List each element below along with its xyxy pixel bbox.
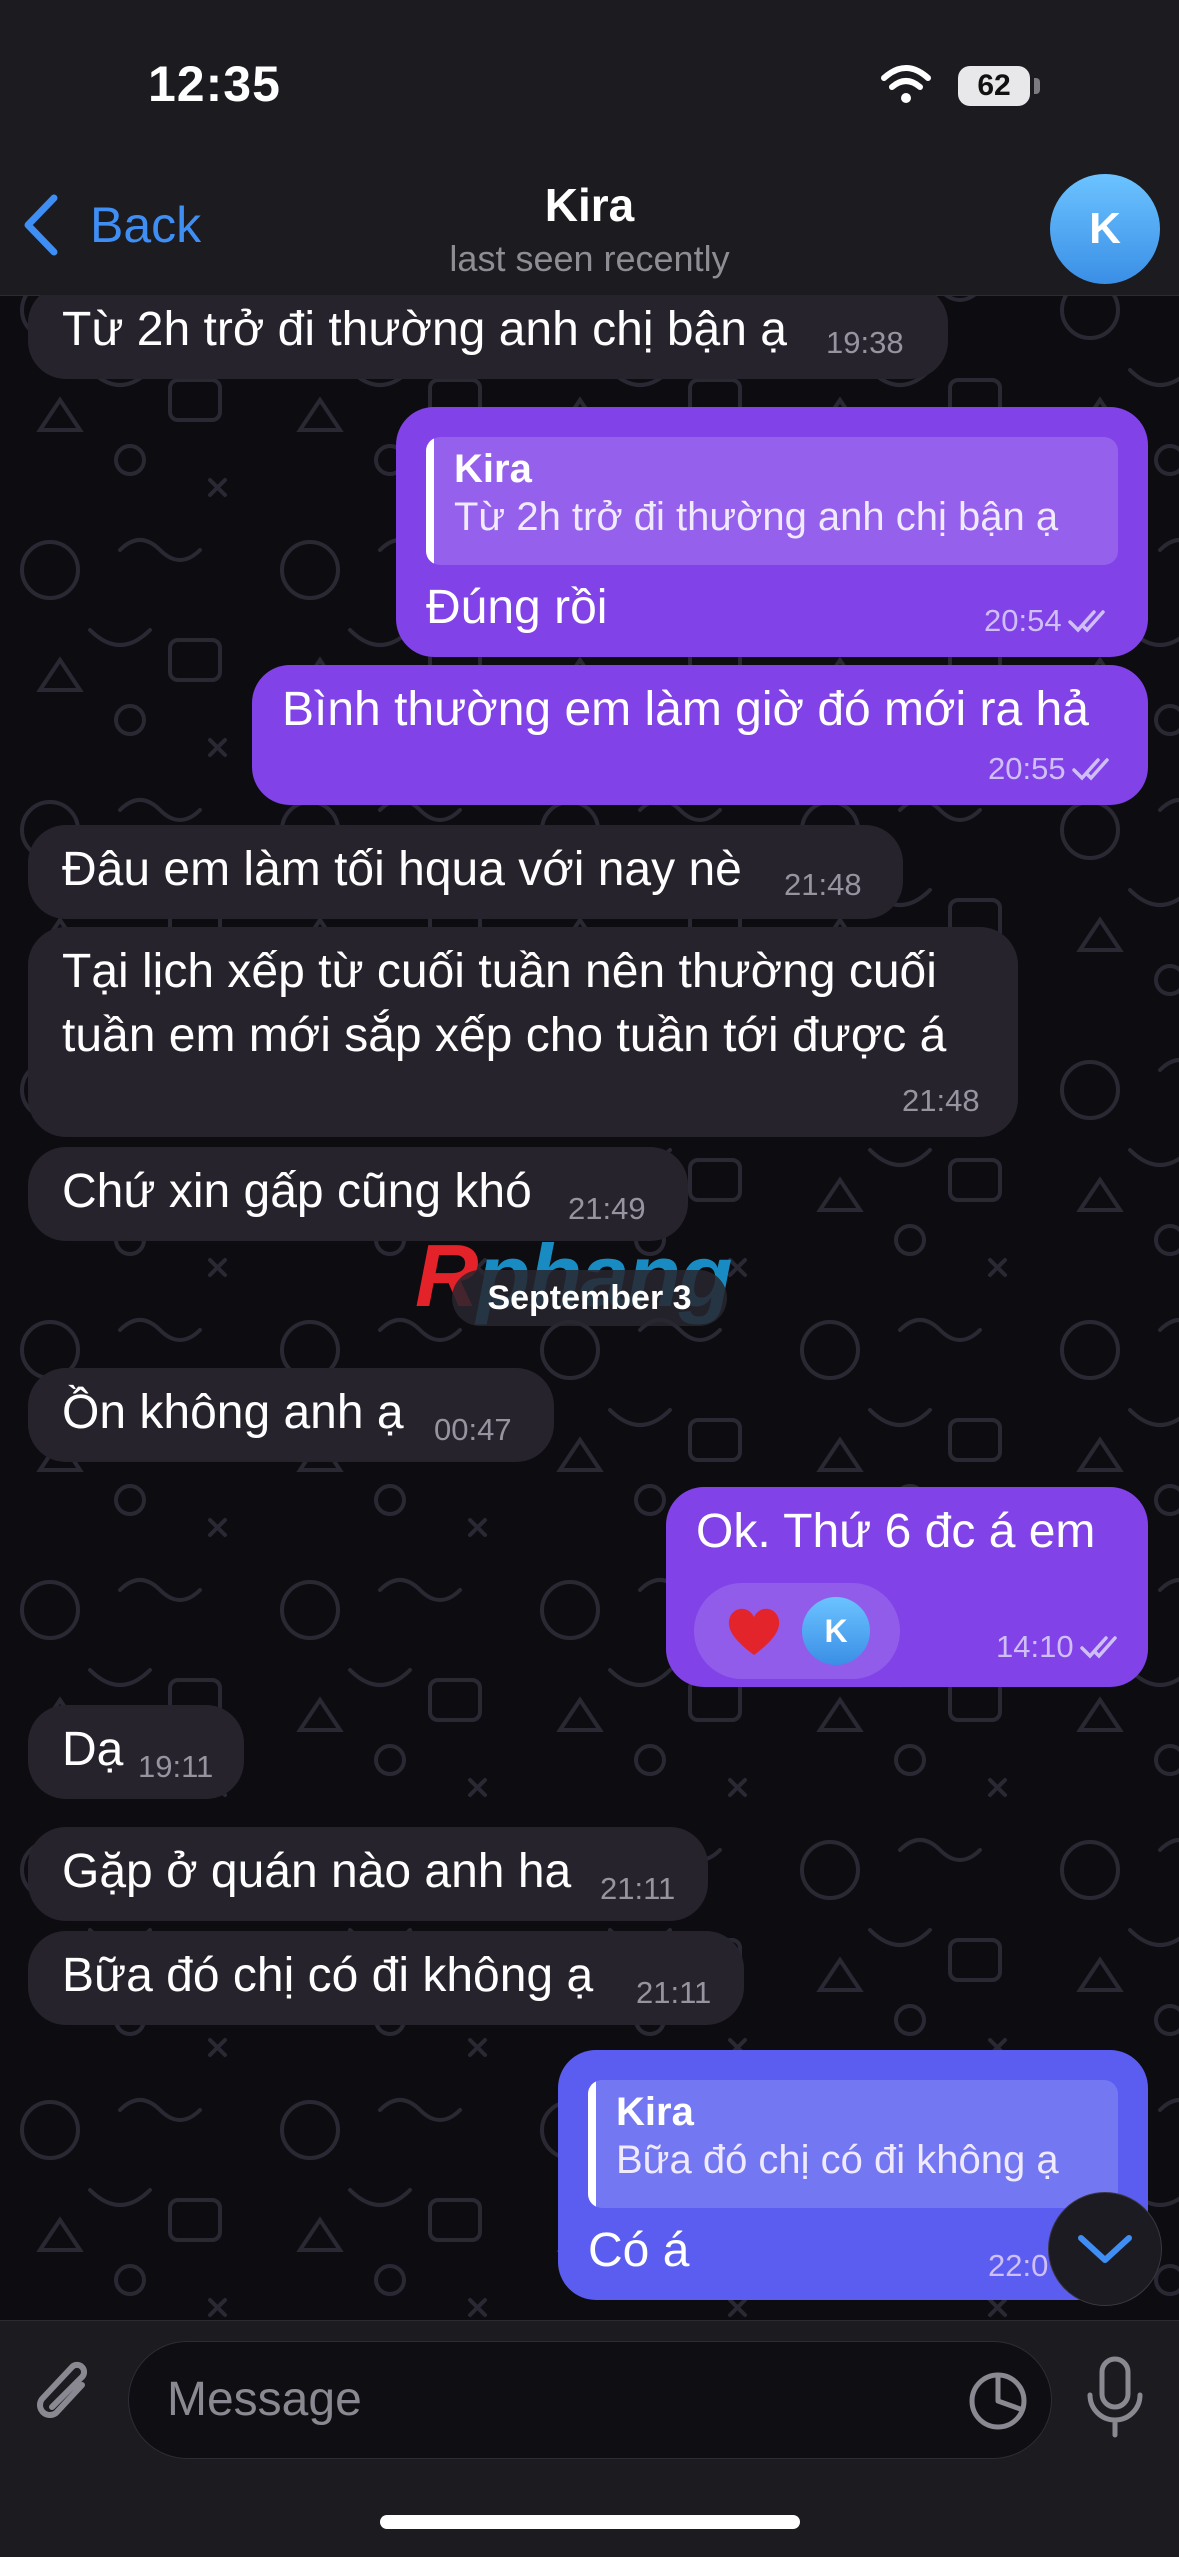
reply-text: Từ 2h trở đi thường anh chị bận ạ <box>454 495 1059 539</box>
message-list[interactable]: Từ 2h trở đi thường anh chị bận ạ 19:38 … <box>0 295 1179 2320</box>
chevron-down-icon <box>1078 2235 1132 2263</box>
scroll-to-bottom-button[interactable] <box>1048 2192 1162 2306</box>
reply-bar <box>426 437 434 565</box>
wifi-icon <box>881 65 931 103</box>
message-text: Bình thường em làm giờ đó mới ra hả <box>282 683 1089 736</box>
incoming-message[interactable]: Từ 2h trở đi thường anh chị bận ạ 19:38 <box>28 295 948 379</box>
message-time: 21:11 <box>636 1975 712 2010</box>
incoming-message[interactable]: Gặp ở quán nào anh ha 21:11 <box>28 1827 708 1921</box>
message-text: Chứ xin gấp cũng khó <box>62 1165 532 1218</box>
paperclip-icon[interactable] <box>28 2355 100 2435</box>
message-time: 14:10 <box>996 1629 1124 1665</box>
avatar[interactable]: K <box>1050 174 1160 284</box>
home-indicator[interactable] <box>380 2515 800 2529</box>
message-text: Bữa đó chị có đi không ạ <box>62 1949 594 2002</box>
message-text: Ok. Thứ 6 đc á em <box>696 1505 1096 1558</box>
message-time: 19:38 <box>826 325 904 360</box>
incoming-message[interactable]: Đâu em làm tối hqua với nay nè 21:48 <box>28 825 903 919</box>
incoming-message[interactable]: Dạ 19:11 <box>28 1705 244 1799</box>
message-text: Gặp ở quán nào anh ha <box>62 1845 572 1898</box>
reply-text: Bữa đó chị có đi không ạ <box>616 2138 1059 2182</box>
message-time: 21:49 <box>568 1191 646 1226</box>
message-time: 00:47 <box>434 1412 512 1447</box>
reply-bar <box>588 2080 596 2208</box>
reply-name: Kira <box>454 447 532 491</box>
chat-subtitle: last seen recently <box>449 238 730 279</box>
reaction-avatar: K <box>802 1597 870 1665</box>
incoming-message[interactable]: Bữa đó chị có đi không ạ 21:11 <box>28 1931 744 2025</box>
message-text: Có á <box>588 2224 690 2277</box>
outgoing-message[interactable]: Ok. Thứ 6 đc á em K 14:10 <box>666 1487 1148 1687</box>
reaction-chip[interactable]: K <box>694 1583 900 1679</box>
message-time: 22:0 <box>988 2248 1049 2283</box>
date-separator: September 3 <box>452 1270 727 1326</box>
message-time: 19:11 <box>138 1749 214 1784</box>
message-text-line: Tại lịch xếp từ cuối tuần nên thường cuố… <box>62 945 937 998</box>
message-input[interactable]: Message <box>128 2341 1052 2459</box>
outgoing-message[interactable]: Kira Từ 2h trở đi thường anh chị bận ạ Đ… <box>396 407 1148 657</box>
message-placeholder: Message <box>167 2373 362 2426</box>
top-bar: 12:35 62 Back Kira last seen recently K <box>0 0 1179 296</box>
chat-title[interactable]: Kira <box>0 178 1179 232</box>
battery-nub <box>1034 78 1040 94</box>
heart-icon <box>728 1608 780 1655</box>
double-check-icon <box>1067 610 1105 633</box>
reply-preview[interactable]: Kira Từ 2h trở đi thường anh chị bận ạ <box>426 437 1118 565</box>
battery-indicator: 62 <box>958 66 1030 106</box>
status-time: 12:35 <box>148 56 281 112</box>
message-time: 21:11 <box>600 1871 676 1906</box>
message-text-line: tuần em mới sắp xếp cho tuần tới được á <box>62 1009 947 1062</box>
message-text: Đúng rồi <box>426 581 608 634</box>
double-check-icon <box>1079 1636 1117 1659</box>
message-text: Dạ <box>62 1723 124 1776</box>
message-time: 21:48 <box>784 867 862 902</box>
reply-name: Kira <box>616 2090 694 2134</box>
double-check-icon <box>1071 758 1109 781</box>
message-time: 20:55 <box>988 751 1116 787</box>
incoming-message[interactable]: Ồn không anh ạ 00:47 <box>28 1368 554 1462</box>
message-time: 20:54 <box>984 603 1112 639</box>
message-text: Ồn không anh ạ <box>62 1386 404 1439</box>
incoming-message[interactable]: Tại lịch xếp từ cuối tuần nên thường cuố… <box>28 927 1018 1137</box>
microphone-icon[interactable] <box>1082 2355 1148 2441</box>
reply-preview[interactable]: Kira Bữa đó chị có đi không ạ <box>588 2080 1118 2208</box>
message-time: 21:48 <box>902 1083 980 1118</box>
outgoing-message[interactable]: Bình thường em làm giờ đó mới ra hả 20:5… <box>252 665 1148 805</box>
sticker-icon[interactable] <box>967 2370 1029 2432</box>
message-text: Đâu em làm tối hqua với nay nè <box>62 843 742 896</box>
message-text: Từ 2h trở đi thường anh chị bận ạ <box>62 303 787 356</box>
